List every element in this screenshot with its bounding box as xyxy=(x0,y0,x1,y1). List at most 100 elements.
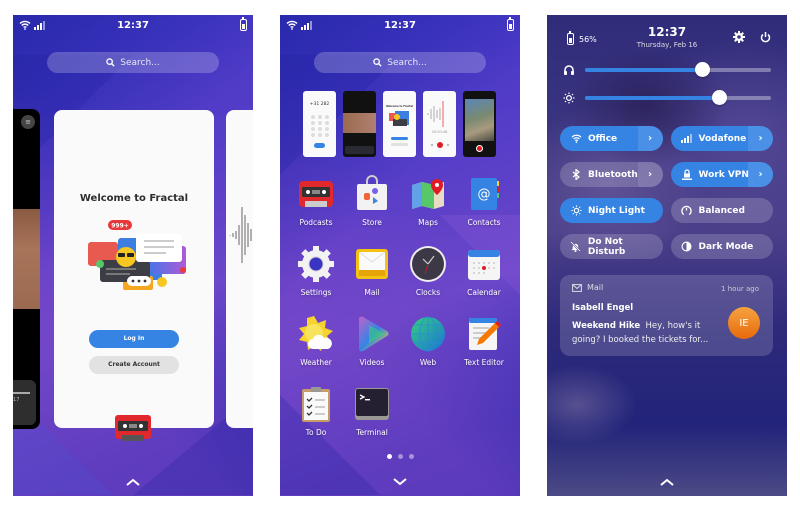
search-placeholder: Search... xyxy=(120,57,160,68)
status-bar: 12:37 xyxy=(13,15,253,37)
running-apps-strip: +31 282 Welcome to Fractal 00:00:48 xyxy=(303,91,503,157)
app-label: Store xyxy=(362,218,382,227)
create-account-button[interactable]: Create Account xyxy=(89,356,179,374)
toggle-label: Office xyxy=(588,133,618,144)
sound-recorder-preview[interactable]: 00:00:48 xyxy=(423,91,456,157)
podcasts-icon[interactable] xyxy=(114,413,152,443)
app-clocks[interactable]: Clocks xyxy=(400,245,456,297)
brightness-handle[interactable] xyxy=(711,90,727,105)
search-icon xyxy=(373,58,382,67)
app-label: To Do xyxy=(305,428,327,437)
search-bar[interactable]: Search... xyxy=(47,52,219,73)
swipe-up-handle[interactable] xyxy=(547,471,787,490)
page-dot-2[interactable] xyxy=(397,454,403,459)
toggle-vpn[interactable]: Work VPN › xyxy=(670,162,773,187)
more-icon[interactable]: ··· xyxy=(13,405,14,419)
quick-toggles: Office › Vodafone › Bluetooth › Work VPN… xyxy=(560,126,773,259)
power-profile-icon xyxy=(681,205,692,216)
battery-icon xyxy=(507,17,514,31)
app-contacts[interactable]: @ Contacts xyxy=(456,175,512,227)
chevron-right-icon[interactable]: › xyxy=(748,126,773,151)
notification-sender: Isabell Engel xyxy=(572,303,634,313)
camera-preview[interactable] xyxy=(463,91,496,157)
app-web[interactable]: Web xyxy=(400,315,456,367)
welcome-title: Welcome to Fractal xyxy=(79,193,189,204)
search-bar[interactable]: Search... xyxy=(314,52,486,73)
wifi-icon xyxy=(571,134,581,143)
brightness-icon xyxy=(563,92,575,104)
brightness-slider[interactable] xyxy=(563,90,771,105)
podcasts-icon xyxy=(299,181,333,207)
notification-time: 1 hour ago xyxy=(721,285,759,293)
volume-slider[interactable] xyxy=(563,62,771,77)
calls-preview[interactable]: +31 282 xyxy=(303,91,336,157)
video-player-window[interactable]: ≡ 03:17 ··· xyxy=(13,109,40,429)
power-icon[interactable] xyxy=(760,31,771,43)
toggle-wifi[interactable]: Office › xyxy=(560,126,663,151)
chat-illustration: 999+ xyxy=(88,220,186,290)
settings-icon[interactable] xyxy=(733,31,745,43)
app-podcasts[interactable]: Podcasts xyxy=(288,175,344,227)
web-icon xyxy=(411,316,445,352)
app-label: Weather xyxy=(300,358,332,367)
chevron-right-icon[interactable]: › xyxy=(637,162,663,187)
notification-subject: Weekend Hike xyxy=(572,321,641,331)
toggle-bluetooth[interactable]: Bluetooth › xyxy=(560,162,663,187)
app-text-editor[interactable]: Text Editor xyxy=(456,315,512,367)
menu-icon[interactable]: ≡ xyxy=(21,115,35,129)
page-dot-1[interactable] xyxy=(386,454,392,459)
volume-handle[interactable] xyxy=(695,62,711,77)
toggle-night-light[interactable]: Night Light xyxy=(560,198,663,223)
fractal-preview[interactable]: Welcome to Fractal xyxy=(383,91,416,157)
volume-track[interactable] xyxy=(585,62,771,77)
video-player-preview[interactable] xyxy=(343,91,376,157)
swipe-down-handle[interactable] xyxy=(280,471,520,490)
seek-bar[interactable] xyxy=(13,392,30,394)
app-calendar[interactable]: Calendar xyxy=(456,245,512,297)
app-maps[interactable]: Maps xyxy=(400,175,456,227)
app-terminal[interactable]: Terminal xyxy=(344,385,400,437)
headphones-icon xyxy=(564,65,574,75)
unread-badge: 999+ xyxy=(111,223,129,230)
waveform xyxy=(229,207,252,263)
svg-text:@: @ xyxy=(478,187,491,202)
search-placeholder: Search... xyxy=(387,57,427,68)
toggle-cellular[interactable]: Vodafone › xyxy=(670,126,773,151)
chevron-right-icon[interactable]: › xyxy=(748,162,773,187)
cellular-icon xyxy=(681,134,692,143)
app-label: Videos xyxy=(359,358,385,367)
maps-icon xyxy=(412,179,444,209)
chevron-right-icon[interactable]: › xyxy=(637,126,663,151)
swipe-up-handle[interactable] xyxy=(13,471,253,490)
app-settings[interactable]: Settings xyxy=(288,245,344,297)
app-mail[interactable]: Mail xyxy=(344,245,400,297)
chevron-up-icon xyxy=(126,478,140,486)
app-label: Maps xyxy=(418,218,438,227)
playback-controls xyxy=(345,146,374,154)
toggle-do-not-disturb[interactable]: Do Not Disturb xyxy=(560,234,663,259)
sound-recorder-window[interactable] xyxy=(226,110,253,428)
store-icon xyxy=(357,175,387,210)
app-todo[interactable]: To Do xyxy=(288,385,344,437)
search-icon xyxy=(106,58,115,67)
toggle-power-profile[interactable]: Balanced xyxy=(670,198,773,223)
toggle-dark-mode[interactable]: Dark Mode xyxy=(670,234,773,259)
app-label: Web xyxy=(419,358,437,367)
app-videos[interactable]: Videos xyxy=(344,315,400,367)
mail-notification[interactable]: Mail 1 hour ago Isabell Engel Weekend Hi… xyxy=(560,275,773,356)
page-dot-3[interactable] xyxy=(408,454,414,459)
login-button[interactable]: Log In xyxy=(89,330,179,348)
toggle-label: Vodafone xyxy=(698,133,747,144)
calendar-icon xyxy=(468,250,500,280)
app-label: Text Editor xyxy=(464,358,504,367)
playback-controls: 03:17 ··· xyxy=(13,380,36,425)
brightness-track[interactable] xyxy=(585,90,771,105)
app-label: Clocks xyxy=(415,288,441,297)
app-grid: Podcasts Store Maps @ Contacts Settings … xyxy=(288,175,512,437)
time-label: 03:17 xyxy=(13,397,20,403)
app-weather[interactable]: Weather xyxy=(288,315,344,367)
fractal-window[interactable]: Welcome to Fractal 999+ Log In Create Ac… xyxy=(54,110,214,428)
app-label: Mail xyxy=(364,288,380,297)
app-store[interactable]: Store xyxy=(344,175,400,227)
recording-time: 00:00:48 xyxy=(431,130,448,134)
